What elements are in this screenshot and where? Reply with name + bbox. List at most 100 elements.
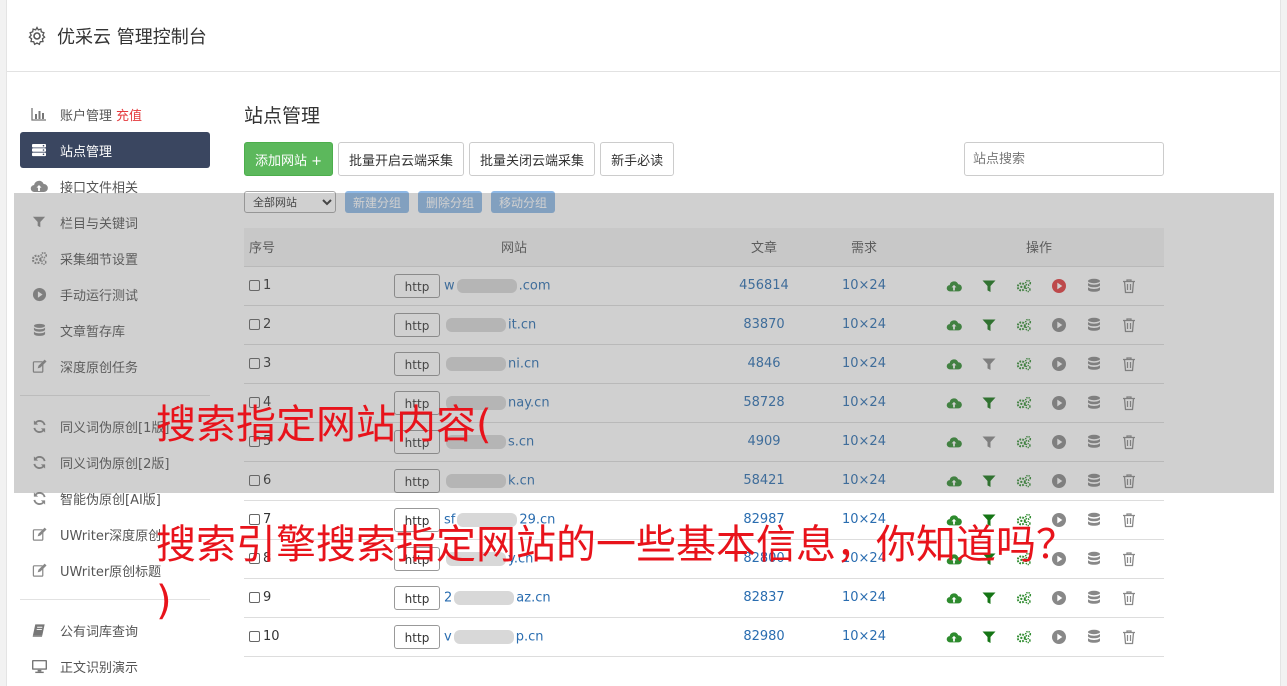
- new-group-button[interactable]: 新建分组: [345, 191, 410, 213]
- demand-value[interactable]: 10×24: [814, 461, 914, 501]
- articles-count[interactable]: 456814: [714, 266, 814, 306]
- site-suffix[interactable]: p.cn: [516, 629, 544, 644]
- sidebar-item-group3-1[interactable]: 正文识别演示: [20, 648, 210, 684]
- articles-count[interactable]: 82980: [714, 617, 814, 657]
- row-checkbox[interactable]: [249, 592, 260, 603]
- articles-count[interactable]: 4846: [714, 344, 814, 384]
- trash-icon[interactable]: [1121, 473, 1137, 489]
- demand-value[interactable]: 10×24: [814, 617, 914, 657]
- gears-icon[interactable]: [1016, 590, 1032, 606]
- filter-icon[interactable]: [981, 356, 997, 372]
- site-search-input[interactable]: [964, 142, 1164, 176]
- trash-icon[interactable]: [1121, 434, 1137, 450]
- cloud-upload-icon[interactable]: [946, 473, 962, 489]
- delete-group-button[interactable]: 删除分组: [418, 191, 483, 213]
- articles-count[interactable]: 83870: [714, 305, 814, 345]
- trash-icon[interactable]: [1121, 629, 1137, 645]
- trash-icon[interactable]: [1121, 395, 1137, 411]
- database-icon[interactable]: [1086, 590, 1102, 606]
- sidebar-item-group1-6[interactable]: 文章暂存库: [20, 312, 210, 348]
- cloud-upload-icon[interactable]: [946, 629, 962, 645]
- articles-count[interactable]: 58728: [714, 383, 814, 423]
- gears-icon[interactable]: [1016, 473, 1032, 489]
- demand-value[interactable]: 10×24: [814, 305, 914, 345]
- filter-icon[interactable]: [981, 629, 997, 645]
- demand-value[interactable]: 10×24: [814, 344, 914, 384]
- group-select[interactable]: 全部网站: [244, 191, 336, 213]
- database-icon[interactable]: [1086, 356, 1102, 372]
- play-icon[interactable]: [1051, 590, 1067, 606]
- batch-close-cloud-button[interactable]: 批量关闭云端采集: [469, 142, 596, 176]
- gears-icon[interactable]: [1016, 395, 1032, 411]
- play-icon[interactable]: [1051, 317, 1067, 333]
- demand-value[interactable]: 10×24: [814, 266, 914, 306]
- filter-icon[interactable]: [981, 395, 997, 411]
- site-suffix[interactable]: s.cn: [508, 434, 534, 449]
- cloud-upload-icon[interactable]: [946, 278, 962, 294]
- site-suffix[interactable]: it.cn: [508, 317, 536, 332]
- filter-icon[interactable]: [981, 278, 997, 294]
- batch-open-cloud-button[interactable]: 批量开启云端采集: [338, 142, 465, 176]
- cloud-upload-icon[interactable]: [946, 590, 962, 606]
- sidebar-item-group1-5[interactable]: 手动运行测试: [20, 276, 210, 312]
- articles-count[interactable]: 58421: [714, 461, 814, 501]
- site-suffix[interactable]: k.cn: [508, 473, 535, 488]
- database-icon[interactable]: [1086, 278, 1102, 294]
- add-site-button[interactable]: 添加网站 +: [244, 142, 334, 176]
- sidebar-item-group1-2[interactable]: 接口文件相关: [20, 168, 210, 204]
- database-icon[interactable]: [1086, 473, 1102, 489]
- guide-button[interactable]: 新手必读: [600, 142, 675, 176]
- recharge-link[interactable]: 充值: [116, 105, 142, 124]
- site-suffix[interactable]: ni.cn: [508, 356, 539, 371]
- cloud-upload-icon[interactable]: [946, 317, 962, 333]
- trash-icon[interactable]: [1121, 356, 1137, 372]
- gears-icon[interactable]: [1016, 629, 1032, 645]
- gears-icon[interactable]: [1016, 278, 1032, 294]
- site-prefix[interactable]: 2: [444, 590, 452, 605]
- demand-value[interactable]: 10×24: [814, 422, 914, 462]
- trash-icon[interactable]: [1121, 551, 1137, 567]
- row-checkbox[interactable]: [249, 475, 260, 486]
- gears-icon[interactable]: [1016, 434, 1032, 450]
- articles-count[interactable]: 82837: [714, 578, 814, 618]
- filter-icon[interactable]: [981, 434, 997, 450]
- trash-icon[interactable]: [1121, 590, 1137, 606]
- database-icon[interactable]: [1086, 317, 1102, 333]
- demand-value[interactable]: 10×24: [814, 578, 914, 618]
- demand-value[interactable]: 10×24: [814, 383, 914, 423]
- site-suffix[interactable]: .com: [519, 278, 551, 293]
- sidebar-item-group1-3[interactable]: 栏目与关键词: [20, 204, 210, 240]
- gears-icon[interactable]: [1016, 317, 1032, 333]
- play-icon[interactable]: [1051, 395, 1067, 411]
- database-icon[interactable]: [1086, 512, 1102, 528]
- trash-icon[interactable]: [1121, 278, 1137, 294]
- filter-icon[interactable]: [981, 473, 997, 489]
- filter-icon[interactable]: [981, 590, 997, 606]
- sidebar-item-group1-4[interactable]: 采集细节设置: [20, 240, 210, 276]
- move-group-button[interactable]: 移动分组: [491, 191, 556, 213]
- sidebar-item-group1-7[interactable]: 深度原创任务: [20, 348, 210, 384]
- site-suffix[interactable]: az.cn: [516, 590, 550, 605]
- cloud-upload-icon[interactable]: [946, 434, 962, 450]
- trash-icon[interactable]: [1121, 512, 1137, 528]
- sidebar-item-group3-0[interactable]: 公有词库查询: [20, 612, 210, 648]
- row-checkbox[interactable]: [249, 631, 260, 642]
- row-checkbox[interactable]: [249, 319, 260, 330]
- cloud-upload-icon[interactable]: [946, 395, 962, 411]
- sidebar-item-group2-2[interactable]: 智能伪原创[AI版]: [20, 480, 210, 516]
- cloud-upload-icon[interactable]: [946, 356, 962, 372]
- database-icon[interactable]: [1086, 629, 1102, 645]
- row-checkbox[interactable]: [249, 358, 260, 369]
- trash-icon[interactable]: [1121, 317, 1137, 333]
- database-icon[interactable]: [1086, 395, 1102, 411]
- database-icon[interactable]: [1086, 551, 1102, 567]
- site-prefix[interactable]: w: [444, 278, 455, 293]
- site-suffix[interactable]: nay.cn: [508, 395, 550, 410]
- database-icon[interactable]: [1086, 434, 1102, 450]
- articles-count[interactable]: 4909: [714, 422, 814, 462]
- sidebar-item-group1-1[interactable]: 站点管理: [20, 132, 210, 168]
- play-icon[interactable]: [1051, 473, 1067, 489]
- row-checkbox[interactable]: [249, 280, 260, 291]
- sidebar-item-group1-0[interactable]: 账户管理 充值: [20, 96, 210, 132]
- play-icon[interactable]: [1051, 278, 1067, 294]
